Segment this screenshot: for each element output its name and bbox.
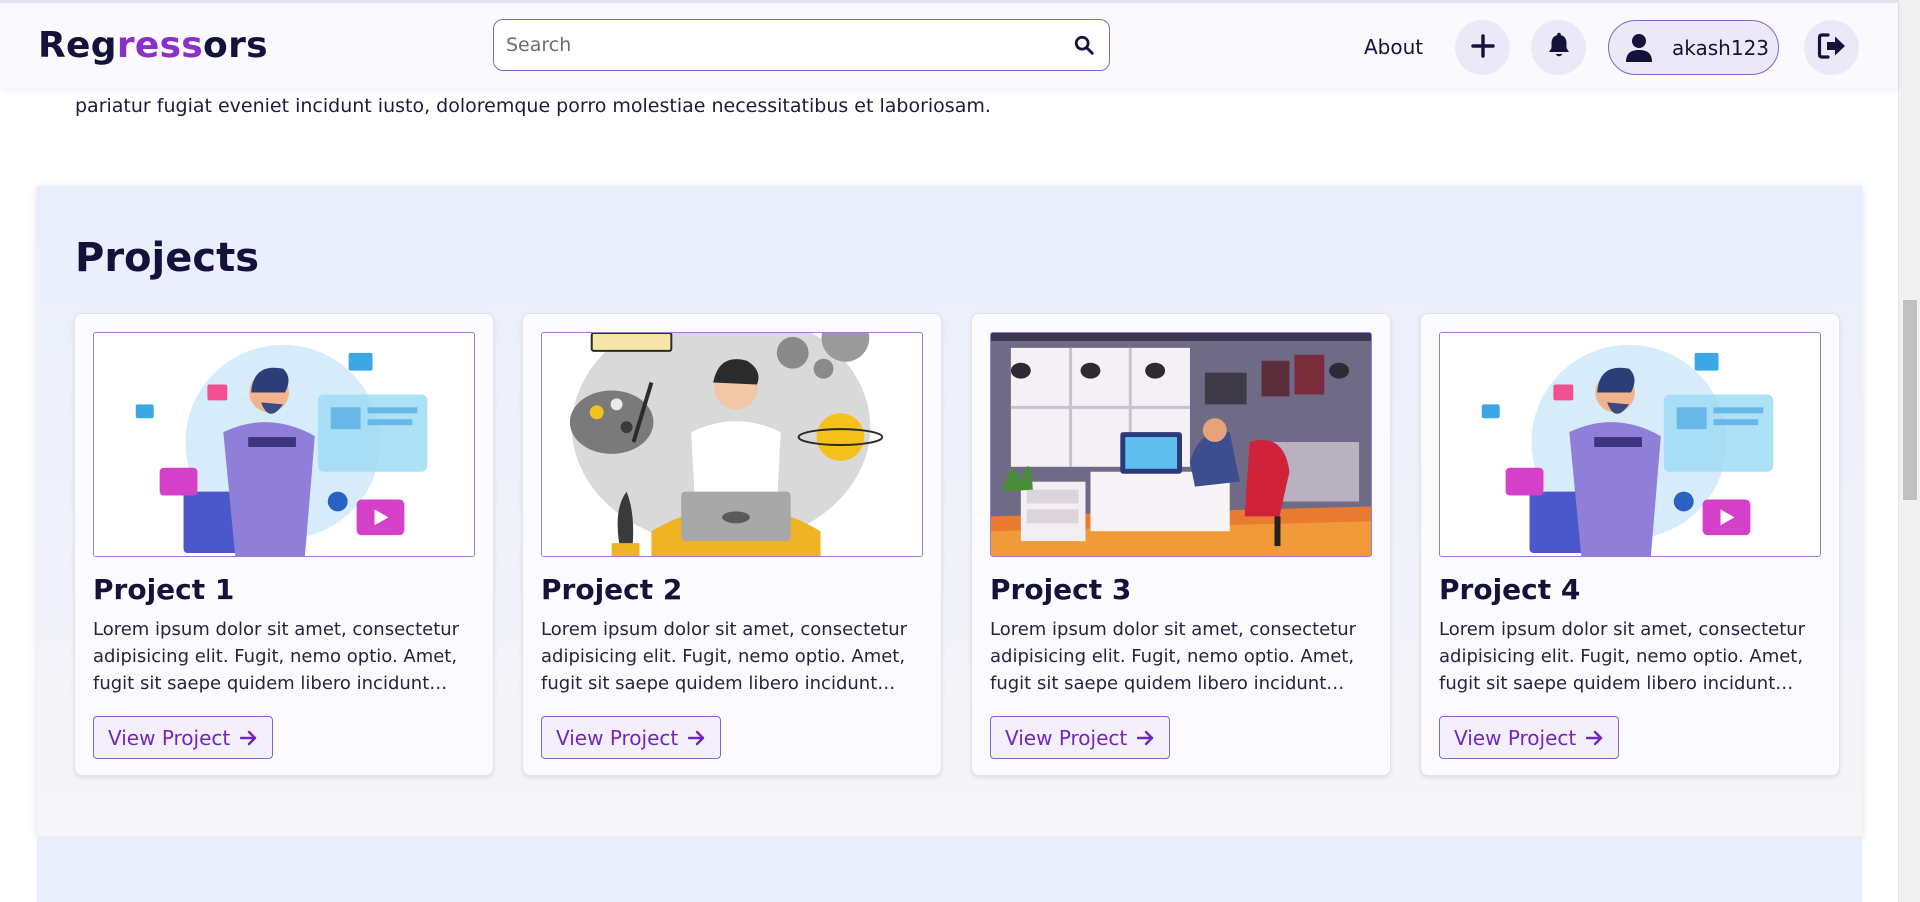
project-card: Project 4 Lorem ipsum dolor sit amet, co… xyxy=(1420,313,1840,776)
project-image-office[interactable] xyxy=(990,332,1372,557)
arrow-right-icon xyxy=(240,730,258,746)
project-description: Lorem ipsum dolor sit amet, consectetur … xyxy=(541,619,908,694)
project-title: Project 4 xyxy=(1439,573,1581,606)
view-project-button[interactable]: View Project xyxy=(541,716,722,759)
search-input[interactable] xyxy=(506,20,1046,69)
user-icon xyxy=(1624,33,1654,63)
top-navbar: Regressors About xyxy=(0,0,1898,88)
view-project-label: View Project xyxy=(1454,725,1577,750)
nav-link-about[interactable]: About xyxy=(1364,31,1423,63)
next-section xyxy=(37,836,1862,902)
username-label: akash123 xyxy=(1672,35,1770,60)
scrollbar-thumb[interactable] xyxy=(1903,300,1917,500)
project-description: Lorem ipsum dolor sit amet, consectetur … xyxy=(1439,619,1806,694)
page-scrollbar[interactable] xyxy=(1898,0,1920,902)
about-paragraph: pariatur fugiat eveniet incidunt iusto, … xyxy=(75,95,991,117)
notifications-button[interactable] xyxy=(1531,20,1586,75)
view-project-button[interactable]: View Project xyxy=(990,716,1171,759)
view-project-button[interactable]: View Project xyxy=(93,716,274,759)
bell-icon xyxy=(1546,32,1572,64)
logo-text-start: Reg xyxy=(38,25,117,66)
plus-icon xyxy=(1470,33,1496,63)
arrow-right-icon xyxy=(1586,730,1604,746)
project-title: Project 2 xyxy=(541,573,683,606)
project-card: Project 2 Lorem ipsum dolor sit amet, co… xyxy=(522,313,942,776)
view-project-label: View Project xyxy=(556,725,679,750)
logo-text-end: ors xyxy=(203,25,268,66)
projects-heading: Projects xyxy=(75,235,260,281)
project-description: Lorem ipsum dolor sit amet, consectetur … xyxy=(93,619,460,694)
project-title: Project 1 xyxy=(93,573,235,606)
projects-section: Projects Project 1 Lorem ipsum dolor sit… xyxy=(37,186,1862,836)
view-project-button[interactable]: View Project xyxy=(1439,716,1620,759)
project-card: Project 3 Lorem ipsum dolor sit amet, co… xyxy=(971,313,1391,776)
project-image-designer[interactable] xyxy=(93,332,475,557)
search-box xyxy=(493,19,1110,71)
arrow-right-icon xyxy=(1137,730,1155,746)
logout-button[interactable] xyxy=(1804,20,1859,75)
add-button[interactable] xyxy=(1455,20,1510,75)
brand-logo[interactable]: Regressors xyxy=(38,22,268,70)
project-image-designer[interactable] xyxy=(1439,332,1821,557)
project-image-laptop[interactable] xyxy=(541,332,923,557)
arrow-right-icon xyxy=(688,730,706,746)
logo-text-accent: ress xyxy=(116,25,204,66)
project-description: Lorem ipsum dolor sit amet, consectetur … xyxy=(990,619,1357,694)
view-project-label: View Project xyxy=(108,725,231,750)
view-project-label: View Project xyxy=(1005,725,1128,750)
logout-icon xyxy=(1817,32,1847,64)
user-menu-button[interactable]: akash123 xyxy=(1608,20,1779,75)
project-card: Project 1 Lorem ipsum dolor sit amet, co… xyxy=(74,313,494,776)
project-title: Project 3 xyxy=(990,573,1132,606)
search-icon[interactable] xyxy=(1071,32,1097,58)
